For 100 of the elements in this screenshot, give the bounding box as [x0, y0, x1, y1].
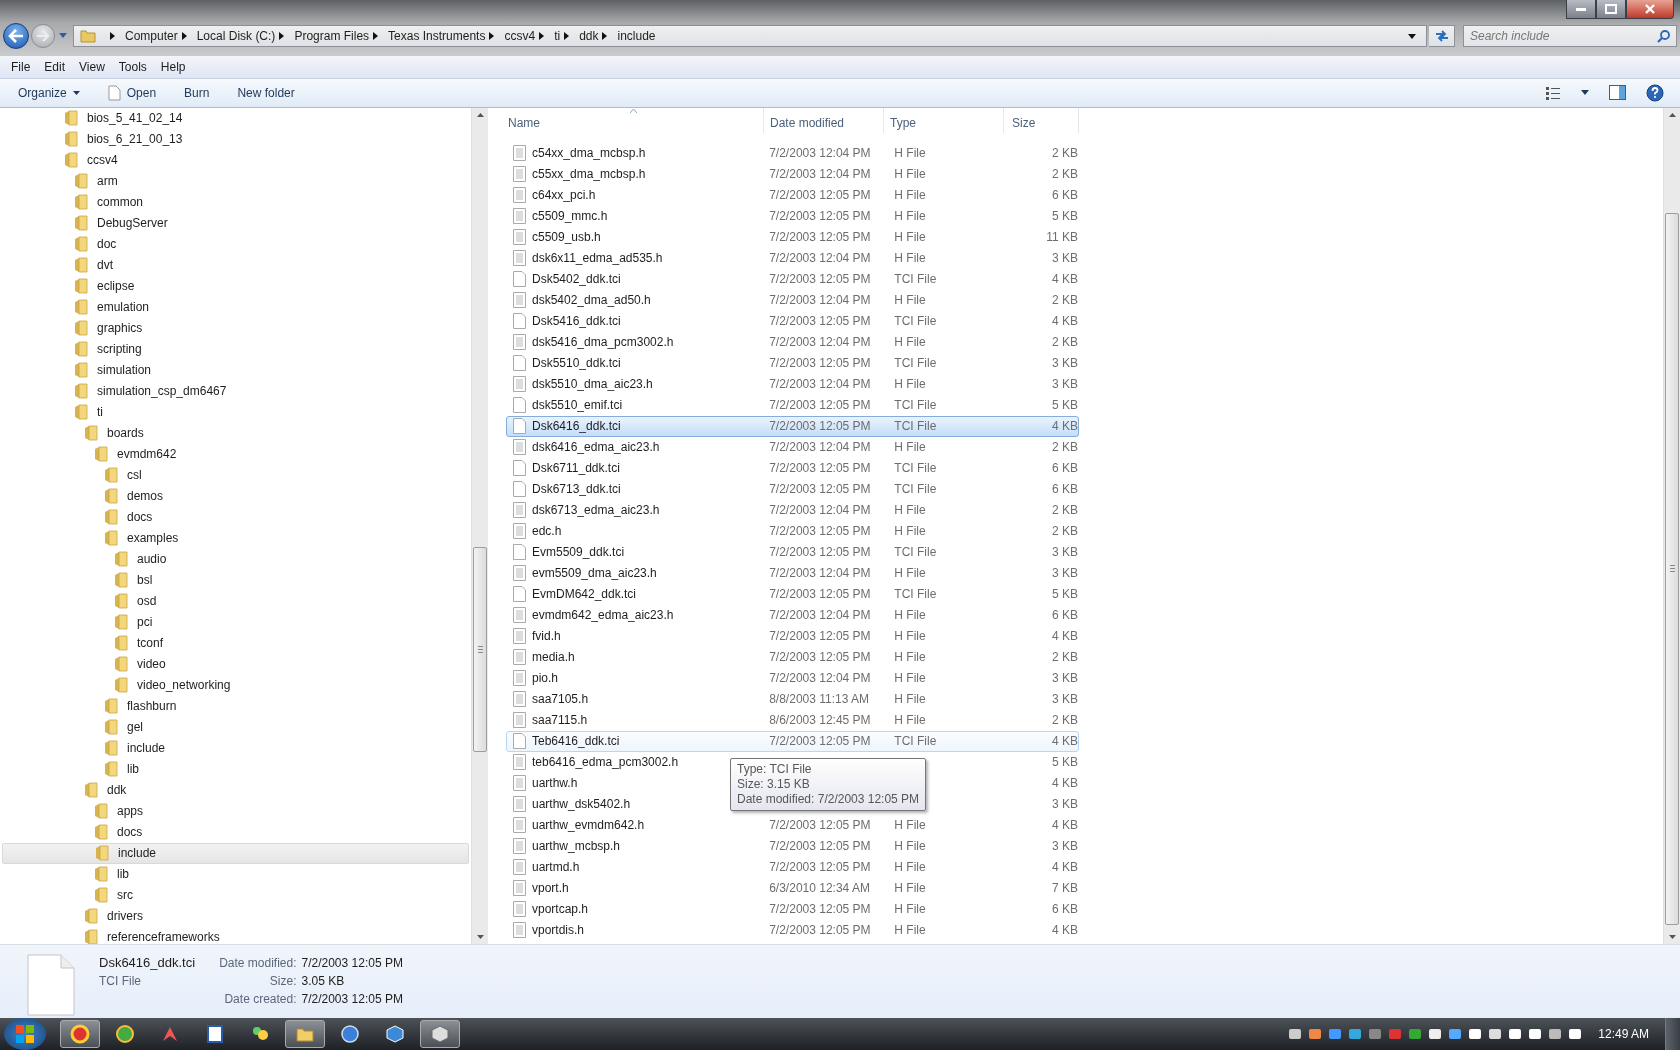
tree-item[interactable]: docs [2, 821, 469, 843]
dropdown-arrow-icon[interactable] [1408, 33, 1416, 39]
scroll-up-icon[interactable] [1668, 112, 1676, 117]
address-bar[interactable]: Computer Local Disk (C:) Program Files Texas Instruments ccsv4 ti ddk include [73, 24, 1427, 47]
tree-item[interactable]: dvt [2, 254, 469, 276]
chevron-icon[interactable] [279, 31, 285, 40]
tree-item[interactable]: common [2, 191, 469, 213]
breadcrumb-item[interactable]: Program Files [294, 28, 370, 43]
tree-item[interactable]: emulation [2, 296, 469, 318]
tray-icon[interactable] [1468, 1027, 1483, 1041]
toolbar-button[interactable]: Open [99, 81, 165, 104]
tree-item[interactable]: bsl [2, 569, 469, 591]
tree-item[interactable]: src [2, 884, 469, 906]
maximize-button[interactable] [1596, 0, 1626, 19]
breadcrumb-item[interactable]: include [617, 28, 656, 43]
tray-icon[interactable] [1568, 1027, 1583, 1041]
tree-item[interactable]: video [2, 653, 469, 675]
tree-item[interactable]: osd [2, 590, 469, 612]
close-button[interactable] [1626, 0, 1674, 19]
scroll-down-icon[interactable] [476, 934, 484, 939]
tree-item[interactable]: audio [2, 548, 469, 570]
refresh-button[interactable] [1429, 24, 1455, 47]
scrollbar-thumb[interactable] [1665, 212, 1679, 925]
column-header[interactable]: Type [884, 107, 1004, 133]
tree-item[interactable]: tconf [2, 632, 469, 654]
minimize-button[interactable] [1566, 0, 1596, 19]
tree-item[interactable]: ccsv4 [2, 149, 469, 171]
column-header[interactable]: Size [1004, 107, 1079, 133]
tree-item[interactable]: include [2, 737, 469, 759]
tray-icon[interactable] [1488, 1027, 1503, 1041]
tray-icon[interactable] [1288, 1027, 1303, 1041]
scroll-down-icon[interactable] [1668, 934, 1676, 939]
tree-item[interactable]: demos [2, 485, 469, 507]
scrollbar-thumb[interactable] [473, 546, 487, 752]
scrollbar[interactable] [471, 107, 488, 944]
tree-item[interactable]: arm [2, 170, 469, 192]
tree-item[interactable]: eclipse [2, 275, 469, 297]
file-row[interactable]: Dsk6416_ddk.tci 7/2/2003 12:05 PM TCI File 4 KB [506, 415, 1079, 437]
column-header[interactable]: Date modified [764, 107, 884, 133]
tree-item[interactable]: gel [2, 716, 469, 738]
tree-item[interactable]: bios_6_21_00_13 [2, 128, 469, 150]
tray-icon[interactable] [1448, 1027, 1463, 1041]
tree-item[interactable]: docs [2, 506, 469, 528]
tree-item[interactable]: graphics [2, 317, 469, 339]
tree-item[interactable]: scripting [2, 338, 469, 360]
chevron-icon[interactable] [489, 31, 495, 40]
search-icon[interactable] [1657, 29, 1670, 43]
breadcrumb-item[interactable]: ddk [579, 28, 599, 43]
chevron-icon[interactable] [181, 31, 187, 40]
clock[interactable]: 12:49 AM [1598, 1027, 1649, 1041]
menu-item[interactable]: Edit [37, 60, 73, 75]
toolbar-button[interactable]: New folder [229, 82, 303, 103]
chevron-icon[interactable] [110, 31, 115, 40]
tree-item[interactable]: include [2, 842, 469, 864]
tree-item[interactable]: ti [2, 401, 469, 423]
search-field[interactable]: Search include [1463, 24, 1677, 47]
tree-item[interactable]: boards [2, 422, 469, 444]
chevron-icon[interactable] [373, 31, 379, 40]
tree-item[interactable]: simulation [2, 359, 469, 381]
file-row[interactable]: Teb6416_ddk.tci 7/2/2003 12:05 PM TCI File 4 KB [506, 730, 1079, 752]
tree-item[interactable]: ddk [2, 779, 469, 801]
tree-item[interactable]: lib [2, 863, 469, 885]
tree-item[interactable]: csl [2, 464, 469, 486]
breadcrumb-item[interactable]: Computer [125, 28, 178, 43]
menu-item[interactable]: Tools [111, 60, 154, 75]
tree-item[interactable]: flashburn [2, 695, 469, 717]
breadcrumb-item[interactable]: ti [554, 28, 561, 43]
tree-item[interactable]: simulation_csp_dm6467 [2, 380, 469, 402]
chevron-icon[interactable] [539, 31, 545, 40]
tree-item[interactable]: evmdm642 [2, 443, 469, 465]
breadcrumb-item[interactable]: ccsv4 [504, 28, 536, 43]
tree-item[interactable]: DebugServer [2, 212, 469, 234]
chevron-icon[interactable] [602, 31, 608, 40]
tray-icon[interactable] [1528, 1027, 1543, 1041]
tray-icon[interactable] [1548, 1027, 1563, 1041]
toolbar-button[interactable]: Burn [176, 82, 218, 103]
tree-item[interactable]: drivers [2, 905, 469, 927]
breadcrumb-item[interactable]: Local Disk (C:) [196, 28, 276, 43]
tree-item[interactable]: referenceframeworks [2, 926, 469, 944]
tray-icon[interactable] [1508, 1027, 1523, 1041]
taskbar-app-button[interactable] [420, 1020, 460, 1048]
tree-item[interactable]: pci [2, 611, 469, 633]
column-header[interactable]: Name [500, 107, 764, 133]
back-button[interactable] [3, 22, 29, 49]
tree-item[interactable]: examples [2, 527, 469, 549]
menu-item[interactable]: View [72, 60, 112, 75]
start-button[interactable] [4, 1018, 46, 1050]
tray-icon[interactable] [1428, 1027, 1443, 1041]
menu-item[interactable]: Help [153, 60, 193, 75]
tree-item[interactable]: lib [2, 758, 469, 780]
menu-item[interactable]: File [4, 60, 38, 75]
tree-item[interactable]: video_networking [2, 674, 469, 696]
chevron-icon[interactable] [564, 31, 570, 40]
tree-item[interactable]: apps [2, 800, 469, 822]
scrollbar[interactable] [1663, 107, 1680, 944]
tree-item[interactable]: doc [2, 233, 469, 255]
toolbar-button[interactable]: Organize [10, 82, 88, 103]
scroll-up-icon[interactable] [476, 112, 484, 117]
tree-item[interactable]: bios_5_41_02_14 [2, 107, 469, 129]
breadcrumb-item[interactable]: Texas Instruments [388, 28, 486, 43]
